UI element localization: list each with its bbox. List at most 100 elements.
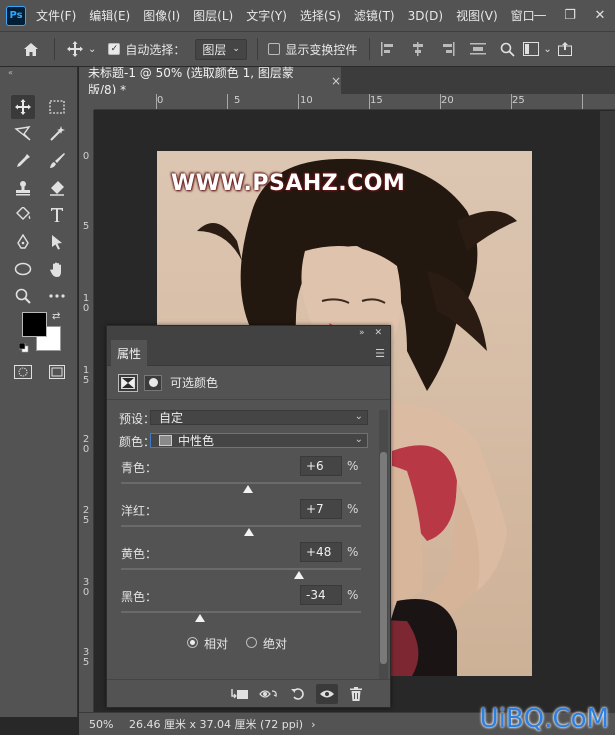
colors-dropdown[interactable]: 中性色 ⌄ [150,433,368,448]
distribute-icon[interactable] [470,42,487,56]
close-icon[interactable]: × [331,74,341,88]
more-tools-icon[interactable] [45,284,69,308]
search-icon[interactable] [500,42,516,57]
status-menu-arrow-icon[interactable]: › [311,718,315,731]
path-selection-tool-icon[interactable] [45,230,69,254]
pen-tool-icon[interactable] [11,230,35,254]
cyan-slider-track[interactable] [121,482,361,484]
horizontal-ruler[interactable]: 0 5 10 15 20 25 [94,94,615,110]
ruler-label: 1 5 [82,365,90,386]
default-colors-icon[interactable] [18,342,29,356]
menu-bar: Ps 文件(F) 编辑(E) 图像(I) 图层(L) 文字(Y) 选择(S) 滤… [0,0,615,31]
document-size-info[interactable]: 26.46 厘米 x 37.04 厘米 (72 ppi) [129,716,303,732]
ruler-label: 5 [82,221,90,232]
swap-colors-icon[interactable]: ⇄ [52,311,60,322]
close-window-button[interactable]: ✕ [585,4,615,28]
panel-scrollbar[interactable] [379,410,388,680]
collapse-panel-icon[interactable]: » [359,328,365,338]
tab-properties[interactable]: 属性 [111,340,148,366]
menu-edit[interactable]: 编辑(E) [89,7,130,24]
panel-menu-icon[interactable]: ☰ [375,347,385,360]
yellow-slider-track[interactable] [121,568,361,570]
menu-type[interactable]: 文字(Y) [246,7,287,24]
hand-tool-icon[interactable] [45,257,69,281]
magic-wand-tool-icon[interactable] [45,122,69,146]
black-slider-track[interactable] [121,611,361,613]
stamp-tool-icon[interactable] [11,176,35,200]
yellow-label: 黄色： [121,547,158,561]
black-slider-thumb[interactable] [195,614,206,622]
vertical-ruler[interactable]: 0 5 1 0 1 5 2 0 2 5 3 0 3 5 [79,110,94,717]
move-tool-icon[interactable] [11,95,35,119]
ruler-tick [582,94,583,109]
share-icon[interactable] [557,42,572,56]
separator [54,38,55,60]
cyan-slider-thumb[interactable] [243,485,254,493]
trash-icon[interactable] [345,684,367,704]
menu-view[interactable]: 视图(V) [456,7,498,24]
method-absolute-radio[interactable] [246,637,257,648]
foreground-color-swatch[interactable] [22,312,47,337]
method-relative-radio[interactable] [187,637,198,648]
ruler-corner[interactable] [79,94,94,110]
photoshop-logo-icon[interactable]: Ps [6,5,26,26]
selective-color-adjustment-icon[interactable] [118,373,138,392]
minimize-button[interactable]: — [525,4,555,28]
eraser-tool-icon[interactable] [45,176,69,200]
zoom-tool-icon[interactable] [11,284,35,308]
cyan-value-input[interactable]: +6 [300,456,342,476]
preset-dropdown[interactable]: 自定 ⌄ [150,410,368,425]
magenta-value-input[interactable]: +7 [300,499,342,519]
menu-image[interactable]: 图像(I) [143,7,180,24]
black-label: 黑色： [121,590,158,604]
brush-tool-icon[interactable] [45,149,69,173]
magenta-slider-thumb[interactable] [244,528,255,536]
show-transform-checkbox[interactable] [268,43,281,55]
quick-mask-icon[interactable] [11,360,35,384]
menu-select[interactable]: 选择(S) [300,7,341,24]
view-previous-state-icon[interactable] [258,684,280,704]
auto-select-checkbox[interactable]: ✓ [108,43,121,55]
marquee-tool-icon[interactable] [45,95,69,119]
percent-unit: % [347,459,359,473]
collapse-chevron-icon[interactable]: « [8,68,13,77]
tab-properties-label: 属性 [117,346,142,361]
paint-bucket-tool-icon[interactable] [11,203,35,227]
panel-scrollbar-thumb[interactable] [380,452,387,664]
canvas-vertical-scrollbar[interactable] [600,111,615,717]
document-tab[interactable]: 未标题-1 @ 50% (选取颜色 1, 图层蒙版/8) * × [79,66,341,97]
ellipse-tool-icon[interactable] [11,257,35,281]
magenta-slider-track[interactable] [121,525,361,527]
zoom-level-input[interactable]: 50% [89,718,123,731]
align-right-icon[interactable] [440,42,456,56]
toggle-visibility-icon[interactable] [316,684,338,704]
close-panel-icon[interactable]: ✕ [374,328,382,338]
screen-mode-icon[interactable] [45,360,69,384]
eyedropper-tool-icon[interactable] [11,149,35,173]
menu-3d[interactable]: 3D(D) [408,9,443,23]
chevron-down-icon[interactable]: ⌄ [543,44,551,55]
reset-icon[interactable] [287,684,309,704]
workspace-icon[interactable] [523,42,540,56]
menu-filter[interactable]: 滤镜(T) [354,7,395,24]
restore-button[interactable]: ❐ [555,4,585,28]
layer-mask-icon[interactable] [144,374,162,391]
menu-file[interactable]: 文件(F) [36,7,76,24]
black-value-input[interactable]: -34 [300,585,342,605]
ruler-label: 2 0 [82,434,90,455]
auto-select-target-select[interactable]: 图层 ⌄ [195,38,248,60]
chevron-down-icon[interactable]: ⌄ [88,44,96,55]
magenta-label: 洋红： [121,504,158,518]
home-icon[interactable] [20,42,42,57]
lasso-tool-icon[interactable] [11,122,35,146]
menu-layer[interactable]: 图层(L) [193,7,233,24]
yellow-value-input[interactable]: +48 [300,542,342,562]
clip-to-layer-icon[interactable] [229,684,251,704]
align-center-icon[interactable] [410,42,426,56]
yellow-slider-thumb[interactable] [293,571,304,579]
align-left-icon[interactable] [380,42,396,56]
panel-titlebar[interactable]: » ✕ [107,326,390,340]
type-tool-icon[interactable] [45,203,69,227]
options-bar: ⌄ ✓ 自动选择： 图层 ⌄ 显示变换控件 ⌄ [0,31,615,67]
move-tool-icon[interactable] [67,41,83,57]
